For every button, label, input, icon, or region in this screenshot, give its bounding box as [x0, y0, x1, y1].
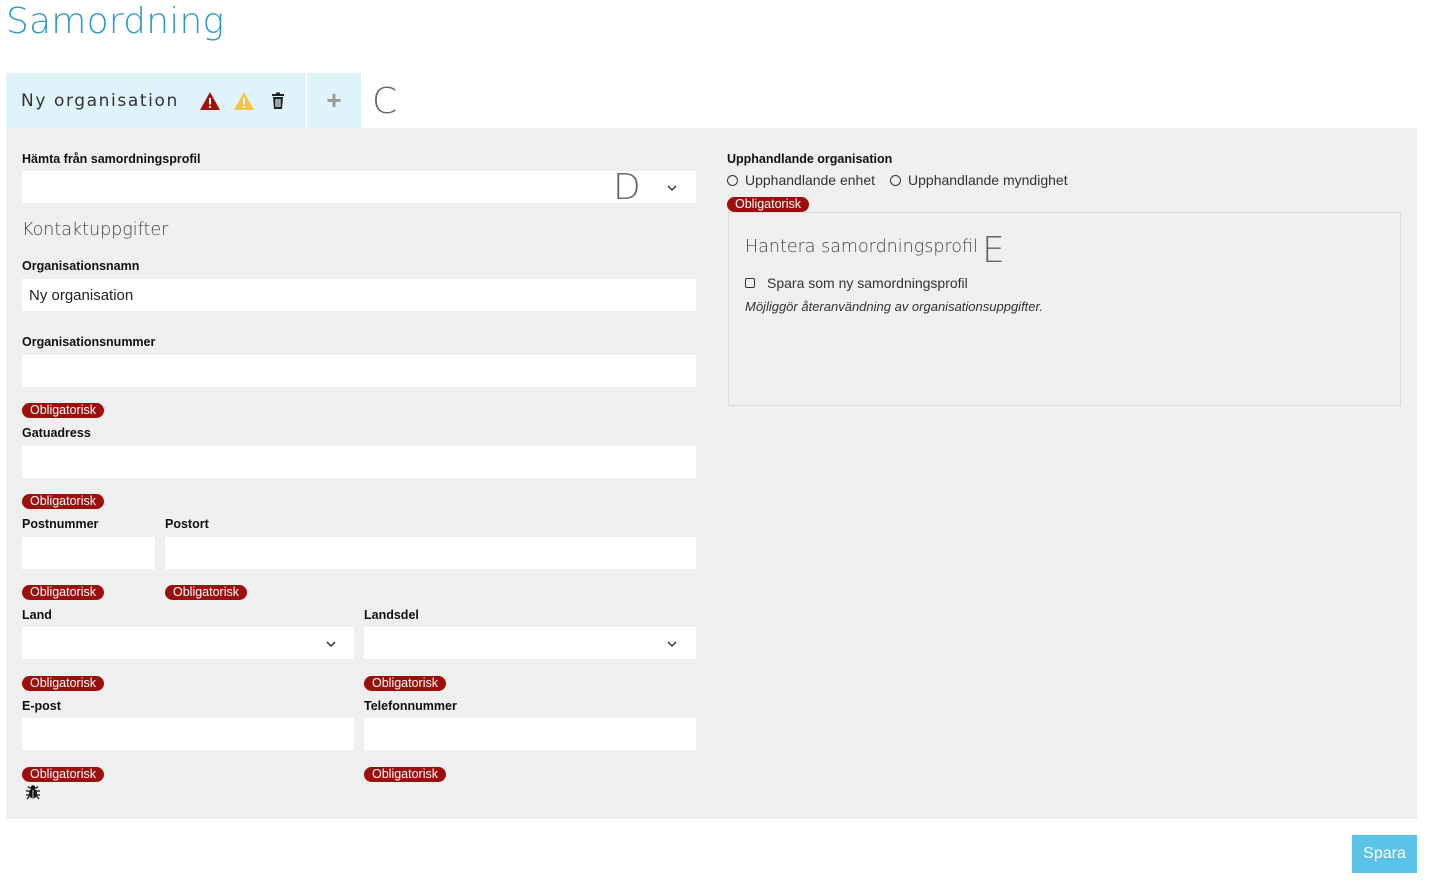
- org-name-value: Ny organisation: [29, 286, 134, 304]
- profile-hint: Möjliggör återanvändning av organisation…: [745, 299, 1043, 314]
- org-number-label: Organisationsnummer: [22, 335, 156, 349]
- contact-heading: Kontaktuppgifter: [22, 220, 169, 240]
- save-profile-checkbox[interactable]: [745, 278, 755, 288]
- email-input[interactable]: [22, 718, 354, 750]
- procuring-label: Upphandlande organisation: [727, 152, 893, 166]
- profile-select-label: Hämta från samordningsprofil: [22, 152, 201, 166]
- postcode-input[interactable]: [22, 537, 155, 569]
- chevron-down-icon: [326, 641, 336, 648]
- radio-label: Upphandlande enhet: [745, 172, 876, 188]
- radio-label: Upphandlande myndighet: [908, 172, 1068, 188]
- phone-label: Telefonnummer: [364, 699, 457, 713]
- org-number-input[interactable]: [22, 355, 696, 387]
- required-badge: Obligatorisk: [364, 767, 446, 782]
- org-name-label: Organisationsnamn: [22, 259, 140, 273]
- required-badge: Obligatorisk: [22, 585, 104, 600]
- postcode-label: Postnummer: [22, 517, 99, 531]
- required-badge: Obligatorisk: [364, 676, 446, 691]
- city-label: Postort: [165, 517, 209, 531]
- country-select[interactable]: [22, 627, 354, 659]
- country-label: Land: [22, 608, 52, 622]
- phone-input[interactable]: [364, 718, 696, 750]
- required-badge: Obligatorisk: [22, 767, 104, 782]
- marker-d: D: [613, 167, 641, 208]
- region-label: Landsdel: [364, 608, 419, 622]
- save-button[interactable]: Spara: [1352, 835, 1417, 873]
- tab-ny-organisation[interactable]: Ny organisation: [6, 73, 306, 128]
- profile-box: Hantera samordningsprofil E Spara som ny…: [728, 212, 1401, 406]
- chevron-down-icon: [667, 641, 677, 648]
- org-name-input[interactable]: Ny organisation: [22, 279, 696, 311]
- page-title: Samordning: [6, 1, 225, 42]
- radio-upphandlande-myndighet[interactable]: [890, 174, 902, 186]
- region-select[interactable]: [364, 627, 696, 659]
- error-triangle-icon[interactable]: [199, 90, 221, 112]
- marker-e: E: [982, 230, 1005, 271]
- street-label: Gatuadress: [22, 426, 91, 440]
- required-badge: Obligatorisk: [165, 585, 247, 600]
- bug-icon[interactable]: [25, 784, 41, 800]
- add-tab-button[interactable]: +: [307, 73, 361, 128]
- save-profile-row[interactable]: Spara som ny samordningsprofil: [745, 275, 968, 291]
- save-profile-label: Spara som ny samordningsprofil: [767, 275, 968, 291]
- tab-label: Ny organisation: [21, 90, 179, 111]
- marker-c: C: [372, 81, 398, 122]
- required-badge: Obligatorisk: [22, 494, 104, 509]
- procuring-radio-group: Upphandlande enhet Upphandlande myndighe…: [727, 172, 1068, 188]
- trash-icon[interactable]: [267, 90, 289, 112]
- profile-box-heading: Hantera samordningsprofil: [745, 237, 978, 257]
- required-badge: Obligatorisk: [727, 197, 809, 212]
- city-input[interactable]: [165, 537, 696, 569]
- radio-upphandlande-enhet[interactable]: [727, 174, 738, 186]
- form-panel: Hämta från samordningsprofil D Kontaktup…: [6, 128, 1417, 819]
- street-input[interactable]: [22, 446, 696, 478]
- warning-triangle-icon[interactable]: [233, 90, 255, 112]
- required-badge: Obligatorisk: [22, 403, 104, 418]
- email-label: E-post: [22, 699, 61, 713]
- required-badge: Obligatorisk: [22, 676, 104, 691]
- chevron-down-icon: [667, 185, 677, 192]
- profile-select[interactable]: [22, 171, 696, 203]
